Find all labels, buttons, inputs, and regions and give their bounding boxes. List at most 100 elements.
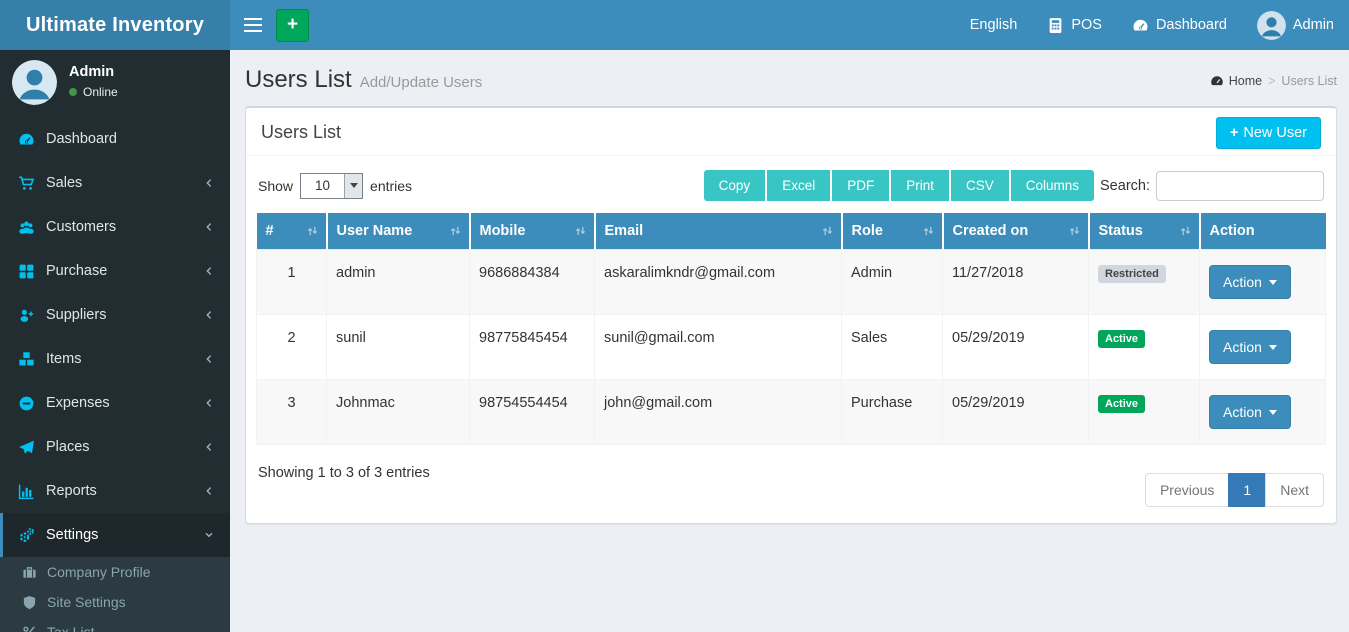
column-header-created[interactable]: Created on [943,213,1089,250]
action-button-label: Action [1223,404,1262,420]
sidebar-item-expenses[interactable]: Expenses [0,381,230,425]
column-header-action: Action [1200,213,1326,250]
sidebar-item-label: Dashboard [46,131,117,147]
breadcrumb-home[interactable]: Home [1210,74,1262,88]
user-plus-icon [18,307,35,324]
page-length-select[interactable]: 10 [300,173,363,199]
sidebar-item-settings[interactable]: Settings [0,513,230,557]
home-gauge-icon [1210,74,1224,88]
caret-down-icon [1269,410,1277,415]
caret-down-icon [1269,280,1277,285]
page-subtitle: Add/Update Users [360,74,483,91]
sidebar-item-label: Suppliers [46,307,106,323]
cell-role: Admin [842,250,943,315]
sort-icon [449,225,462,238]
table-header-row: # User Name Mobile Email Role Created on… [257,213,1326,250]
pagination-page-1[interactable]: 1 [1228,473,1266,507]
action-dropdown-button[interactable]: Action [1209,265,1291,299]
gauge-icon [1132,17,1149,34]
sidebar-toggle-button[interactable] [230,0,276,50]
chevron-left-icon [203,441,215,453]
nav-dashboard[interactable]: Dashboard [1117,0,1242,50]
nav-language-label: English [970,17,1018,33]
action-dropdown-button[interactable]: Action [1209,395,1291,429]
breadcrumb-separator: > [1268,74,1275,88]
cell-mobile: 9686884384 [470,250,595,315]
column-header-num[interactable]: # [257,213,327,250]
pagination: Previous 1 Next [1145,473,1324,507]
excel-button[interactable]: Excel [767,170,832,201]
page-length-value: 10 [301,174,344,198]
nav-user-menu[interactable]: Admin [1242,0,1349,50]
cell-username: admin [327,250,470,315]
export-buttons: Copy Excel PDF Print CSV Columns [704,170,1094,201]
sidebar: Admin Online Dashboard Sales Customers [0,50,230,632]
gears-icon [18,527,35,544]
grid-icon [18,263,35,280]
cell-role: Purchase [842,380,943,445]
sidebar-item-label: Settings [46,527,98,543]
user-avatar [1257,11,1286,40]
sidebar-item-customers[interactable]: Customers [0,205,230,249]
column-header-role[interactable]: Role [842,213,943,250]
sidebar-subitem-tax-list[interactable]: Tax List [0,617,230,632]
app-logo[interactable]: Ultimate Inventory [0,0,230,50]
column-header-username[interactable]: User Name [327,213,470,250]
cell-status: Restricted [1089,250,1200,315]
pagination-next[interactable]: Next [1265,473,1324,507]
cell-email: john@gmail.com [595,380,842,445]
sidebar-item-places[interactable]: Places [0,425,230,469]
cart-icon [18,175,35,192]
content-area: Users ListAdd/Update Users Home > Users … [230,50,1349,632]
hamburger-icon [244,24,262,27]
entries-label: entries [370,178,412,194]
users-list-panel: Users List New User Show 10 [245,106,1337,524]
cell-created: 05/29/2019 [943,315,1089,380]
pagination-previous[interactable]: Previous [1145,473,1229,507]
new-user-button-label: New User [1243,125,1307,141]
table-row: 1 admin 9686884384 askaralimkndr@gmail.c… [257,250,1326,315]
new-user-button[interactable]: New User [1216,117,1321,149]
quick-add-button[interactable] [276,9,309,42]
sidebar-item-sales[interactable]: Sales [0,161,230,205]
cell-username: Johnmac [327,380,470,445]
sidebar-item-label: Items [46,351,81,367]
sidebar-item-suppliers[interactable]: Suppliers [0,293,230,337]
table-row: 2 sunil 98775845454 sunil@gmail.com Sale… [257,315,1326,380]
copy-button[interactable]: Copy [704,170,768,201]
status-badge: Restricted [1098,265,1166,283]
sidebar-item-dashboard[interactable]: Dashboard [0,117,230,161]
cell-action: Action [1200,250,1326,315]
cell-email: sunil@gmail.com [595,315,842,380]
users-icon [18,219,35,236]
sidebar-item-purchase[interactable]: Purchase [0,249,230,293]
column-header-mobile[interactable]: Mobile [470,213,595,250]
print-button[interactable]: Print [891,170,951,201]
csv-button[interactable]: CSV [951,170,1011,201]
pdf-button[interactable]: PDF [832,170,891,201]
sidebar-item-reports[interactable]: Reports [0,469,230,513]
column-header-status[interactable]: Status [1089,213,1200,250]
sidebar-user-status[interactable]: Online [69,85,118,99]
action-dropdown-button[interactable]: Action [1209,330,1291,364]
sidebar-subitem-company-profile[interactable]: Company Profile [0,557,230,587]
sidebar-subitem-label: Site Settings [47,594,126,610]
sort-icon [1068,225,1081,238]
search-input[interactable] [1156,171,1324,201]
sort-icon [1179,225,1192,238]
sidebar-user-avatar[interactable] [12,60,57,105]
sidebar-item-items[interactable]: Items [0,337,230,381]
sort-icon [821,225,834,238]
percent-icon [22,625,37,632]
nav-pos-label: POS [1071,17,1102,33]
nav-pos[interactable]: POS [1032,0,1117,50]
sidebar-subitem-site-settings[interactable]: Site Settings [0,587,230,617]
columns-button[interactable]: Columns [1011,170,1094,201]
cell-action: Action [1200,315,1326,380]
sidebar-item-label: Places [46,439,90,455]
nav-language[interactable]: English [955,0,1033,50]
chevron-down-icon [203,529,215,541]
sidebar-user-panel: Admin Online [0,50,230,117]
action-button-label: Action [1223,339,1262,355]
column-header-email[interactable]: Email [595,213,842,250]
